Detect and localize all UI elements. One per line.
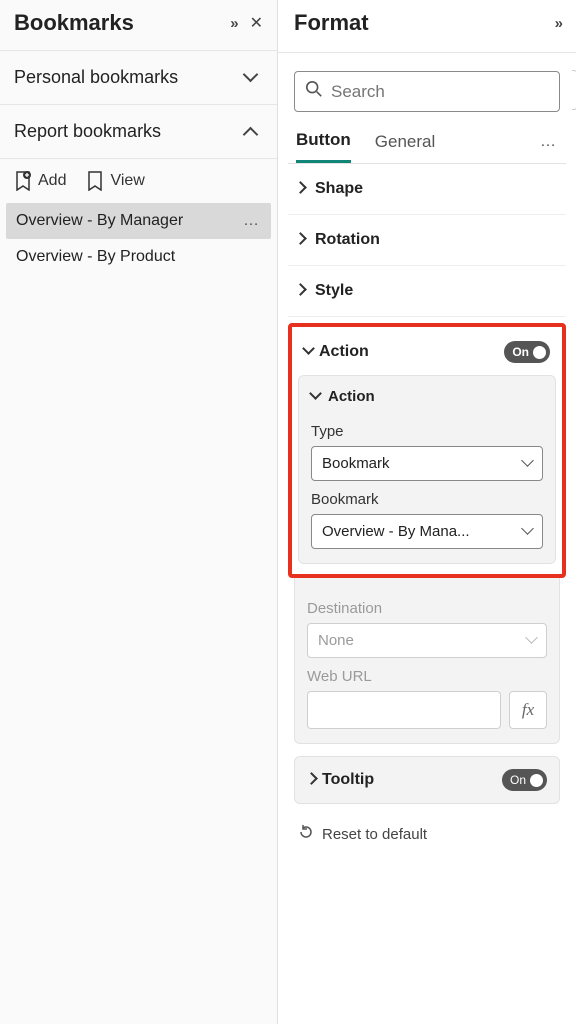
personal-bookmarks-section[interactable]: Personal bookmarks [0,51,277,105]
chevron-down-icon [245,71,259,85]
format-tabs: Button General … [288,112,566,164]
action-card-title: Action [328,388,375,405]
toggle-label: On [512,345,529,359]
format-body: Button General … Shape Rotation Style [278,53,576,1024]
bookmarks-toolbar: Add View [0,159,277,203]
pane-edge-handle[interactable] [572,70,576,110]
bookmarks-pane: Bookmarks » ✕ Personal bookmarks Report … [0,0,278,1024]
add-bookmark-label: Add [38,172,66,190]
group-action-header[interactable]: Action On [298,333,556,373]
toggle-knob-icon [533,346,546,359]
group-style: Style [288,266,566,317]
bookmark-item[interactable]: Overview - By Product [6,239,271,275]
chevron-down-icon [523,523,532,540]
chevron-up-icon [245,125,259,139]
action-card: Action Type Bookmark Bookmark Overview -… [298,375,556,564]
reset-to-default[interactable]: Reset to default [288,804,566,864]
type-select[interactable]: Bookmark [311,446,543,481]
group-tooltip[interactable]: Tooltip On [294,756,560,804]
group-tooltip-label: Tooltip [322,771,374,789]
toggle-knob-icon [530,774,543,787]
weburl-label: Web URL [307,658,547,691]
chevron-right-icon [296,180,311,198]
format-title: Format [294,10,369,36]
type-value: Bookmark [322,455,390,472]
add-bookmark-button[interactable]: Add [14,171,66,191]
collapse-pane-icon[interactable]: » [230,15,235,32]
bookmark-select[interactable]: Overview - By Mana... [311,514,543,549]
search-box[interactable] [294,71,560,112]
group-rotation-header[interactable]: Rotation [288,215,566,265]
bookmark-view-icon [86,171,104,191]
group-style-header[interactable]: Style [288,266,566,316]
chevron-down-icon [304,343,319,361]
personal-bookmarks-label: Personal bookmarks [14,67,178,88]
report-bookmarks-label: Report bookmarks [14,121,161,142]
bookmark-item-label: Overview - By Manager [16,212,183,230]
destination-label: Destination [307,590,547,623]
view-bookmark-button[interactable]: View [86,171,144,191]
chevron-right-icon [307,771,322,789]
chevron-right-icon [296,282,311,300]
view-bookmark-label: View [110,172,144,190]
search-input[interactable] [331,82,549,102]
tabs-more-icon[interactable]: … [540,133,558,161]
action-toggle[interactable]: On [504,341,550,363]
group-shape-label: Shape [315,180,363,198]
bookmark-add-icon [14,171,32,191]
bookmarks-title: Bookmarks [14,10,134,36]
reset-icon [298,824,314,844]
group-style-label: Style [315,282,353,300]
toggle-label: On [510,773,526,787]
bookmarks-header: Bookmarks » ✕ [0,0,277,51]
chevron-right-icon [296,231,311,249]
action-card-continued: Destination None Web URL fx [294,578,560,744]
more-icon[interactable]: … [243,212,261,230]
destination-value: None [318,632,354,649]
format-header: Format » [278,0,576,53]
collapse-pane-icon[interactable]: » [555,15,560,32]
bookmarks-header-actions: » ✕ [230,13,263,33]
chevron-down-icon [311,388,326,405]
bookmark-item-label: Overview - By Product [16,248,175,266]
weburl-row: fx [307,691,547,729]
close-icon[interactable]: ✕ [244,13,263,33]
tab-button[interactable]: Button [296,130,351,163]
weburl-input[interactable] [307,691,501,729]
chevron-down-icon [523,455,532,472]
bookmarks-list: Overview - By Manager … Overview - By Pr… [0,203,277,275]
reset-label: Reset to default [322,826,427,843]
type-label: Type [311,413,543,446]
group-rotation-label: Rotation [315,231,380,249]
report-bookmarks-section[interactable]: Report bookmarks [0,105,277,159]
group-shape: Shape [288,164,566,215]
format-pane: Format » Button General … Shape [278,0,576,1024]
fx-button[interactable]: fx [509,691,547,729]
destination-select: None [307,623,547,658]
chevron-down-icon [527,632,536,649]
tab-general[interactable]: General [375,132,435,162]
group-shape-header[interactable]: Shape [288,164,566,214]
bookmark-label: Bookmark [311,481,543,514]
action-card-header[interactable]: Action [311,388,543,413]
group-action-label: Action [319,343,369,361]
bookmark-item[interactable]: Overview - By Manager … [6,203,271,239]
search-wrap [294,71,560,112]
group-rotation: Rotation [288,215,566,266]
search-icon [305,80,323,103]
group-action-highlight: Action On Action Type Bookmark Bookmark [288,323,566,578]
bookmark-value: Overview - By Mana... [322,523,470,540]
tooltip-toggle[interactable]: On [502,769,547,791]
